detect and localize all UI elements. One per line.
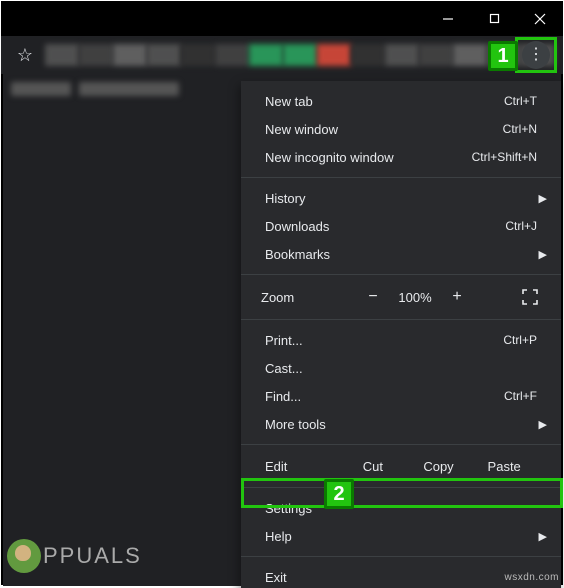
menu-item-cast[interactable]: Cast... [241,354,561,382]
menu-item-edit: Edit Cut Copy Paste [241,451,561,481]
menu-shortcut: Ctrl+Shift+N [472,150,537,164]
menu-label: New window [265,122,338,137]
fullscreen-icon [522,289,538,305]
zoom-out-button[interactable]: − [356,288,390,306]
menu-label: Help [265,529,292,544]
browser-toolbar: ☆ ⋮ [1,36,563,74]
menu-label: Downloads [265,219,329,234]
chrome-main-menu: New tab Ctrl+T New window Ctrl+N New inc… [241,81,561,588]
menu-item-new-tab[interactable]: New tab Ctrl+T [241,87,561,115]
menu-item-bookmarks[interactable]: Bookmarks ▶ [241,240,561,268]
highlight-1: ⋮ [515,37,557,73]
zoom-in-button[interactable]: + [440,288,474,306]
menu-shortcut: Ctrl+N [503,122,537,136]
zoom-value: 100% [390,290,440,305]
window-close-button[interactable] [517,3,563,35]
submenu-arrow-icon: ▶ [539,530,547,543]
menu-label: History [265,191,305,206]
menu-separator [241,319,561,320]
menu-item-more-tools[interactable]: More tools ▶ [241,410,561,438]
menu-shortcut: Ctrl+P [503,333,537,347]
menu-item-incognito[interactable]: New incognito window Ctrl+Shift+N [241,143,561,171]
source-watermark: wsxdn.com [504,572,559,583]
menu-item-find[interactable]: Find... Ctrl+F [241,382,561,410]
menu-item-history[interactable]: History ▶ [241,184,561,212]
menu-item-help[interactable]: Help ▶ [241,522,561,550]
menu-label: Bookmarks [265,247,330,262]
submenu-arrow-icon: ▶ [539,192,547,205]
edit-copy-button[interactable]: Copy [406,459,472,474]
menu-label: More tools [265,417,326,432]
chrome-menu-button[interactable]: ⋮ [522,41,550,69]
window-maximize-button[interactable] [471,3,517,35]
menu-shortcut: Ctrl+F [504,389,537,403]
menu-shortcut: Ctrl+J [505,219,537,233]
appuals-watermark: PPUALS [7,539,142,573]
edit-paste-button[interactable]: Paste [471,459,537,474]
menu-label: New incognito window [265,150,394,165]
browser-window: ☆ ⋮ [1,1,563,585]
menu-separator [241,444,561,445]
menu-label: Edit [265,459,340,474]
watermark-text: PPUALS [43,543,142,569]
appuals-logo-icon [7,539,41,573]
submenu-arrow-icon: ▶ [539,248,547,261]
menu-separator [241,177,561,178]
edit-cut-button[interactable]: Cut [340,459,406,474]
menu-label: Exit [265,570,287,585]
menu-label: Cast... [265,361,303,376]
menu-item-print[interactable]: Print... Ctrl+P [241,326,561,354]
menu-item-settings[interactable]: Settings [241,494,561,522]
menu-separator [241,556,561,557]
menu-item-downloads[interactable]: Downloads Ctrl+J [241,212,561,240]
menu-separator [241,487,561,488]
bookmark-star-icon[interactable]: ☆ [9,39,41,71]
window-titlebar [1,1,563,36]
menu-label: Print... [265,333,303,348]
menu-item-new-window[interactable]: New window Ctrl+N [241,115,561,143]
extension-icons-area [45,44,555,66]
menu-item-zoom: Zoom − 100% + [241,281,561,313]
vertical-dots-icon: ⋮ [528,47,544,63]
menu-separator [241,274,561,275]
menu-label: Settings [265,501,312,516]
annotation-badge-2: 2 [324,479,354,509]
menu-label: Zoom [261,290,356,305]
menu-label: New tab [265,94,313,109]
annotation-badge-1: 1 [488,41,518,71]
menu-label: Find... [265,389,301,404]
fullscreen-button[interactable] [519,286,541,308]
window-minimize-button[interactable] [425,3,471,35]
menu-shortcut: Ctrl+T [504,94,537,108]
submenu-arrow-icon: ▶ [539,418,547,431]
